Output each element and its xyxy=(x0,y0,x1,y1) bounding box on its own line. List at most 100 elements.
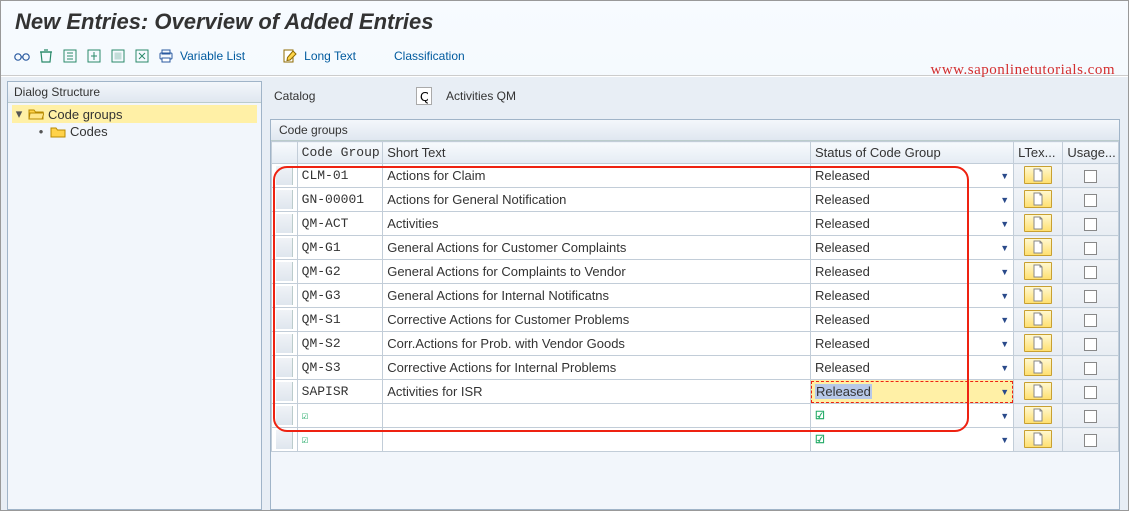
long-text-button[interactable] xyxy=(1024,358,1052,376)
row-selector[interactable] xyxy=(276,406,293,425)
select-block-icon[interactable] xyxy=(109,47,127,65)
cell-short-text[interactable]: General Actions for Customer Complaints xyxy=(383,236,811,260)
long-text-button[interactable] xyxy=(1024,238,1052,256)
cell-short-text[interactable]: Activities for ISR xyxy=(383,380,811,404)
cell-status[interactable]: ☑▼ xyxy=(810,404,1013,428)
dropdown-icon[interactable]: ▼ xyxy=(1000,267,1009,277)
long-text-button[interactable] xyxy=(1024,430,1052,448)
cell-status[interactable]: Released▼ xyxy=(810,212,1013,236)
long-text-button[interactable]: Long Text xyxy=(281,47,366,65)
dropdown-icon[interactable]: ▼ xyxy=(1000,339,1009,349)
catalog-input[interactable] xyxy=(416,87,432,105)
cell-status[interactable]: Released▼ xyxy=(810,188,1013,212)
usage-checkbox[interactable] xyxy=(1084,218,1097,231)
long-text-button[interactable] xyxy=(1024,334,1052,352)
classification-button[interactable]: Classification xyxy=(392,49,475,63)
tree-node-codes[interactable]: • Codes xyxy=(12,123,257,140)
cell-code-group[interactable]: ☑ xyxy=(297,404,383,428)
dropdown-icon[interactable]: ▼ xyxy=(1000,291,1009,301)
row-selector[interactable] xyxy=(276,166,293,185)
usage-checkbox[interactable] xyxy=(1084,338,1097,351)
cell-short-text[interactable]: Actions for General Notification xyxy=(383,188,811,212)
row-selector[interactable] xyxy=(276,214,293,233)
col-usage-header[interactable]: Usage... xyxy=(1063,142,1119,164)
dropdown-icon[interactable]: ▼ xyxy=(1000,219,1009,229)
cell-code-group[interactable]: QM-G2 xyxy=(297,260,383,284)
usage-checkbox[interactable] xyxy=(1084,410,1097,423)
cell-status[interactable]: Released▼ xyxy=(810,164,1013,188)
dropdown-icon[interactable]: ▼ xyxy=(1000,435,1009,445)
col-selector-header[interactable] xyxy=(272,142,298,164)
long-text-button[interactable] xyxy=(1024,382,1052,400)
cell-short-text[interactable]: Actions for Claim xyxy=(383,164,811,188)
row-selector[interactable] xyxy=(276,382,293,401)
cell-short-text[interactable] xyxy=(383,428,811,452)
dropdown-icon[interactable]: ▼ xyxy=(1000,195,1009,205)
expand-all-icon[interactable] xyxy=(61,47,79,65)
variable-list-button[interactable]: Variable List xyxy=(157,47,255,65)
row-selector[interactable] xyxy=(276,310,293,329)
row-selector[interactable] xyxy=(276,358,293,377)
cell-code-group[interactable]: CLM-01 xyxy=(297,164,383,188)
long-text-button[interactable] xyxy=(1024,406,1052,424)
cell-code-group[interactable]: QM-S3 xyxy=(297,356,383,380)
cell-short-text[interactable]: General Actions for Complaints to Vendor xyxy=(383,260,811,284)
col-code-group-header[interactable]: Code Group xyxy=(297,142,383,164)
cell-status[interactable]: Released▼ xyxy=(810,380,1013,404)
usage-checkbox[interactable] xyxy=(1084,314,1097,327)
cell-code-group[interactable]: QM-S1 xyxy=(297,308,383,332)
dropdown-icon[interactable]: ▼ xyxy=(1000,171,1009,181)
cell-code-group[interactable]: QM-S2 xyxy=(297,332,383,356)
usage-checkbox[interactable] xyxy=(1084,362,1097,375)
cell-status[interactable]: Released▼ xyxy=(810,236,1013,260)
cell-code-group[interactable]: GN-00001 xyxy=(297,188,383,212)
col-ltext-header[interactable]: LTex... xyxy=(1014,142,1063,164)
dropdown-icon[interactable]: ▼ xyxy=(1000,243,1009,253)
cell-status[interactable]: Released▼ xyxy=(810,308,1013,332)
cell-status[interactable]: Released▼ xyxy=(810,356,1013,380)
col-short-text-header[interactable]: Short Text xyxy=(383,142,811,164)
cell-status[interactable]: Released▼ xyxy=(810,332,1013,356)
cell-code-group[interactable]: ☑ xyxy=(297,428,383,452)
cell-status[interactable]: Released▼ xyxy=(810,260,1013,284)
cell-code-group[interactable]: SAPISR xyxy=(297,380,383,404)
trash-icon[interactable] xyxy=(37,47,55,65)
cell-short-text[interactable]: General Actions for Internal Notificatns xyxy=(383,284,811,308)
dropdown-icon[interactable]: ▼ xyxy=(1000,411,1009,421)
cell-short-text[interactable]: Corrective Actions for Internal Problems xyxy=(383,356,811,380)
usage-checkbox[interactable] xyxy=(1084,290,1097,303)
row-selector[interactable] xyxy=(276,238,293,257)
deselect-all-icon[interactable] xyxy=(133,47,151,65)
cell-status[interactable]: Released▼ xyxy=(810,284,1013,308)
row-selector[interactable] xyxy=(276,190,293,209)
long-text-button[interactable] xyxy=(1024,166,1052,184)
cell-short-text[interactable]: Corrective Actions for Customer Problems xyxy=(383,308,811,332)
dropdown-icon[interactable]: ▼ xyxy=(1000,387,1009,397)
glasses-icon[interactable] xyxy=(13,47,31,65)
cell-code-group[interactable]: QM-ACT xyxy=(297,212,383,236)
row-selector[interactable] xyxy=(276,286,293,305)
usage-checkbox[interactable] xyxy=(1084,242,1097,255)
col-status-header[interactable]: Status of Code Group xyxy=(810,142,1013,164)
long-text-button[interactable] xyxy=(1024,262,1052,280)
cell-code-group[interactable]: QM-G1 xyxy=(297,236,383,260)
long-text-button[interactable] xyxy=(1024,286,1052,304)
usage-checkbox[interactable] xyxy=(1084,194,1097,207)
tree-toggle-icon[interactable]: ▾ xyxy=(14,106,24,122)
collapse-all-icon[interactable] xyxy=(85,47,103,65)
cell-short-text[interactable] xyxy=(383,404,811,428)
usage-checkbox[interactable] xyxy=(1084,170,1097,183)
usage-checkbox[interactable] xyxy=(1084,386,1097,399)
usage-checkbox[interactable] xyxy=(1084,266,1097,279)
cell-short-text[interactable]: Corr.Actions for Prob. with Vendor Goods xyxy=(383,332,811,356)
long-text-button[interactable] xyxy=(1024,310,1052,328)
row-selector[interactable] xyxy=(276,262,293,281)
long-text-button[interactable] xyxy=(1024,190,1052,208)
dropdown-icon[interactable]: ▼ xyxy=(1000,315,1009,325)
row-selector[interactable] xyxy=(276,334,293,353)
row-selector[interactable] xyxy=(276,430,293,449)
cell-short-text[interactable]: Activities xyxy=(383,212,811,236)
dropdown-icon[interactable]: ▼ xyxy=(1000,363,1009,373)
cell-code-group[interactable]: QM-G3 xyxy=(297,284,383,308)
tree-node-code-groups[interactable]: ▾ Code groups xyxy=(12,105,257,123)
